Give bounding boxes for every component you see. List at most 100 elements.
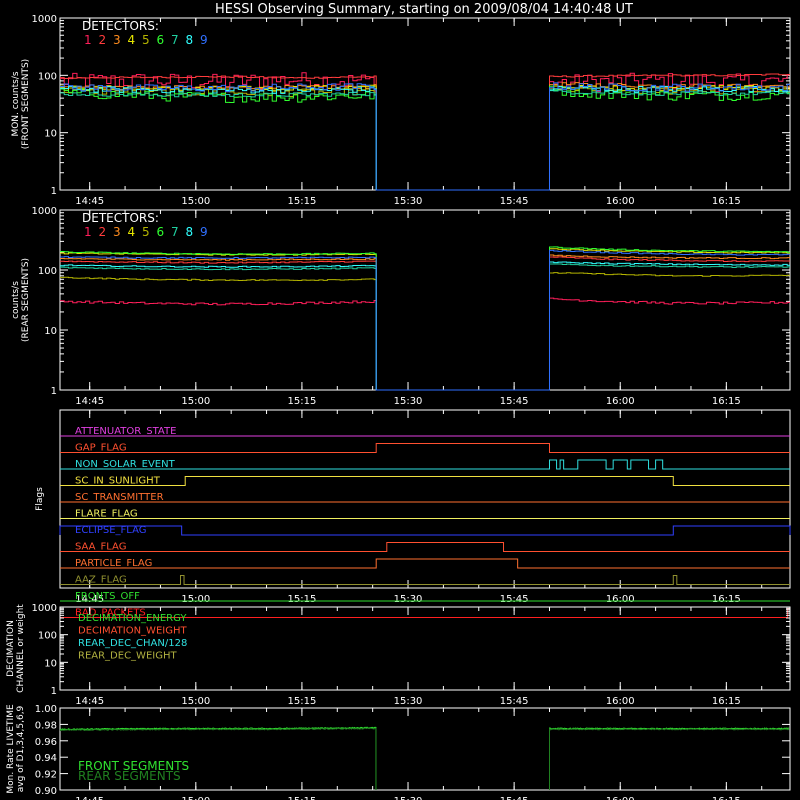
y-tick-label: 10: [44, 658, 57, 669]
x-tick-label: 15:15: [288, 796, 317, 800]
y-axis-label: (FRONT SEGMENTS): [21, 59, 31, 149]
flag-label: AAZ_FLAG: [75, 575, 127, 586]
y-axis-label: CHANNEL or weight: [16, 604, 26, 693]
legend-item: REAR SEGMENTS: [78, 769, 181, 783]
y-tick-label: 100: [38, 266, 57, 277]
x-tick-label: 16:15: [712, 396, 741, 407]
flag-line-eclipse-flag: [59, 525, 791, 536]
y-tick-label: 1.00: [35, 704, 57, 715]
legend-title: DETECTORS:: [82, 211, 159, 225]
legend-item: 2: [99, 33, 107, 47]
x-tick-label: 16:15: [712, 196, 741, 207]
y-tick-label: 100: [38, 71, 57, 82]
flag-line-aaz-flag: [60, 575, 790, 585]
legend-item: 8: [186, 33, 194, 47]
legend-item: 6: [157, 225, 165, 239]
series-line-detector-7: [60, 263, 790, 390]
series-line-detector-6: [60, 246, 790, 390]
legend-item: 7: [171, 33, 179, 47]
x-tick-label: 16:00: [606, 196, 635, 207]
series-line-detector-5: [60, 272, 790, 390]
x-tick-label: 15:45: [500, 796, 529, 800]
flag-label: FLARE_FLAG: [75, 509, 138, 520]
x-tick-label: 14:45: [75, 196, 104, 207]
y-axis-label: Flags: [35, 487, 45, 511]
y-tick-label: 10: [44, 326, 57, 337]
flag-label: PARTICLE_FLAG: [75, 558, 152, 569]
legend-item: REAR_DEC_WEIGHT: [78, 651, 177, 662]
y-tick-label: 1: [51, 686, 57, 697]
legend-item: 4: [128, 225, 136, 239]
legend-item: 9: [200, 33, 208, 47]
x-tick-label: 15:45: [500, 396, 529, 407]
y-tick-label: 10: [44, 129, 57, 140]
legend-item: DECIMATION_WEIGHT: [78, 626, 187, 637]
y-tick-label: 1: [51, 386, 57, 397]
x-tick-label: 15:45: [500, 696, 529, 707]
x-tick-label: 15:00: [181, 594, 210, 605]
legend-item: 3: [113, 225, 121, 239]
x-tick-label: 14:45: [75, 396, 104, 407]
legend-title: DETECTORS:: [82, 19, 159, 33]
y-axis-label: (REAR SEGMENTS): [21, 258, 31, 342]
flag-line-saa-flag: [60, 542, 790, 552]
series-line-detector-8: [60, 85, 790, 190]
legend-item: 9: [200, 225, 208, 239]
x-tick-label: 15:30: [394, 696, 423, 707]
series-line-detector-2: [60, 73, 790, 190]
x-tick-label: 15:30: [394, 396, 423, 407]
legend-item: 1: [84, 33, 92, 47]
x-tick-label: 15:15: [288, 396, 317, 407]
series-line-detector-2: [60, 256, 790, 390]
y-tick-label: 0.90: [35, 786, 57, 797]
legend-item: 5: [142, 33, 150, 47]
legend-item: 3: [113, 33, 121, 47]
x-tick-label: 16:15: [712, 594, 741, 605]
legend-item: 4: [128, 33, 136, 47]
series-line-detector-8: [60, 261, 790, 390]
x-tick-label: 15:00: [181, 696, 210, 707]
flag-line-particle-flag: [60, 558, 790, 569]
flag-label: ECLIPSE_FLAG: [75, 525, 146, 536]
legend-item: DECIMATION_ENERGY: [78, 613, 187, 624]
x-tick-label: 15:45: [500, 196, 529, 207]
flag-label: NON_SOLAR_EVENT: [75, 459, 176, 470]
series-line-detector-4: [60, 248, 790, 390]
y-tick-label: 100: [38, 631, 57, 642]
y-tick-label: 0.92: [35, 770, 57, 781]
y-tick-label: 1000: [32, 603, 57, 614]
legend-item: 5: [142, 225, 150, 239]
y-axis-label: MON. counts/s: [11, 71, 21, 136]
series-line-detector-3: [60, 254, 790, 390]
series-line-detector-7: [60, 89, 790, 190]
x-tick-label: 15:15: [288, 594, 317, 605]
legend-item: REAR_DEC_CHAN/128: [78, 638, 187, 649]
x-tick-label: 16:15: [712, 796, 741, 800]
flag-label: SAA_FLAG: [75, 542, 126, 553]
x-tick-label: 16:00: [606, 696, 635, 707]
series-line-detector-9: [60, 82, 790, 191]
flag-line-gap-flag: [60, 443, 790, 453]
y-tick-label: 1000: [32, 14, 57, 25]
y-tick-label: 0.98: [35, 720, 57, 731]
flag-label: SC_IN_SUNLIGHT: [75, 476, 161, 487]
x-tick-label: 16:15: [712, 696, 741, 707]
x-tick-label: 15:15: [288, 196, 317, 207]
flag-label: SC_TRANSMITTER: [75, 492, 164, 503]
x-tick-label: 16:00: [606, 796, 635, 800]
legend-item: 1: [84, 225, 92, 239]
plot-frame: [59, 209, 791, 391]
x-tick-label: 15:30: [394, 594, 423, 605]
flag-label: GAP_FLAG: [75, 443, 127, 454]
legend-item: 7: [171, 225, 179, 239]
y-tick-label: 1: [51, 186, 57, 197]
x-tick-label: 15:30: [394, 196, 423, 207]
x-tick-label: 15:15: [288, 696, 317, 707]
x-tick-label: 16:00: [606, 594, 635, 605]
flag-label: ATTENUATOR_STATE: [75, 426, 176, 437]
legend-item: 8: [186, 225, 194, 239]
series-line-detector-6: [60, 85, 790, 190]
x-tick-label: 14:45: [75, 796, 104, 800]
flag-label: FRONTS_OFF: [75, 591, 140, 602]
y-tick-label: 1000: [32, 206, 57, 217]
